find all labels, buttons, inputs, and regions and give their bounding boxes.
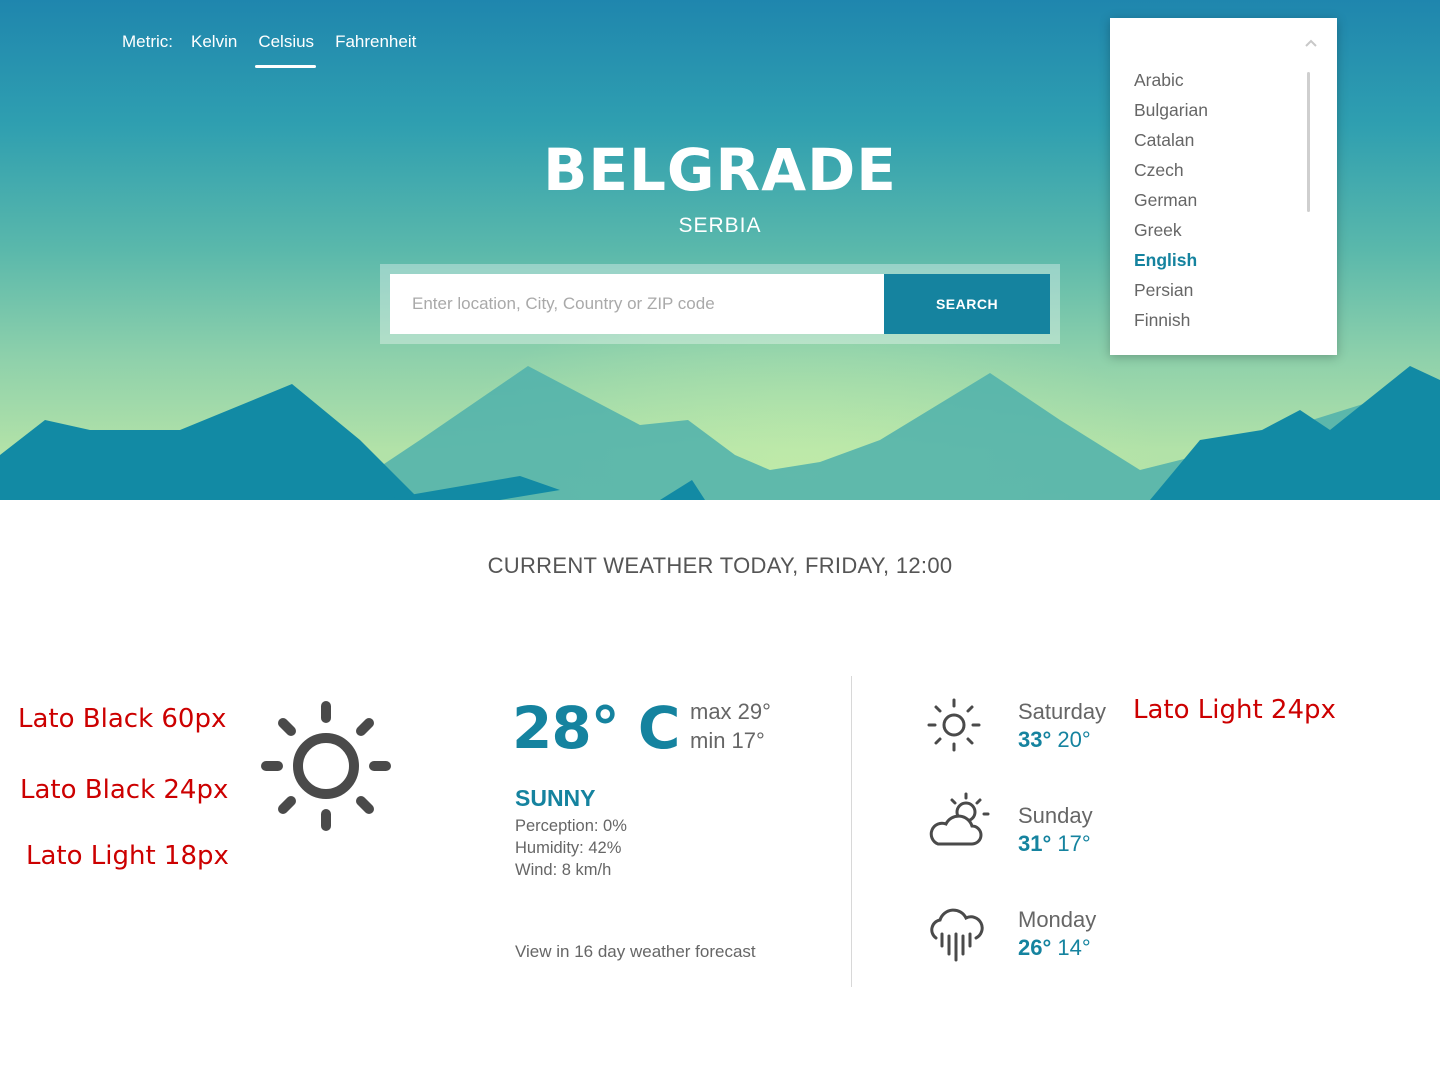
day-low: 17° — [1057, 831, 1091, 856]
humidity-value: Humidity: 42% — [515, 839, 622, 857]
language-scrollbar[interactable] — [1307, 72, 1310, 212]
day-name: Saturday — [1018, 699, 1107, 724]
language-option-selected[interactable]: English — [1134, 250, 1208, 280]
day-low: 20° — [1057, 727, 1091, 752]
day-high: 33° — [1018, 727, 1052, 752]
day-high: 31° — [1018, 831, 1052, 856]
day-low: 14° — [1057, 935, 1091, 960]
forecast-day-monday: Monday 26° 14° — [1018, 907, 1096, 961]
temperature-range: max 29° min 17° — [690, 697, 771, 755]
language-option[interactable]: Bulgarian — [1134, 100, 1208, 130]
language-option[interactable]: Catalan — [1134, 130, 1208, 160]
language-list: Arabic Bulgarian Catalan Czech German Gr… — [1134, 70, 1208, 340]
perception-value: Perception: 0% — [515, 817, 627, 835]
max-temperature: max 29° — [690, 699, 771, 724]
divider — [851, 676, 852, 987]
day-temps: 31° 17° — [1018, 831, 1093, 857]
metric-option-kelvin[interactable]: Kelvin — [191, 32, 237, 52]
language-dropdown[interactable]: Arabic Bulgarian Catalan Czech German Gr… — [1110, 18, 1337, 355]
sun-icon — [927, 698, 981, 752]
search-button[interactable]: SEARCH — [884, 274, 1050, 334]
day-temps: 33° 20° — [1018, 727, 1106, 753]
weather-details: Perception: 0% Humidity: 42% Wind: 8 km/… — [515, 815, 627, 881]
annotation-lato-light-24: Lato Light 24px — [1133, 695, 1336, 725]
language-option[interactable]: German — [1134, 190, 1208, 220]
language-option[interactable]: Arabic — [1134, 70, 1208, 100]
annotation-lato-light-18: Lato Light 18px — [26, 841, 229, 871]
metric-option-fahrenheit[interactable]: Fahrenheit — [335, 32, 416, 52]
metric-label: Metric: — [122, 32, 173, 51]
annotation-lato-black-24: Lato Black 24px — [20, 775, 229, 805]
forecast-day-sunday: Sunday 31° 17° — [1018, 803, 1093, 857]
day-name: Monday — [1018, 907, 1097, 932]
day-name: Sunday — [1018, 803, 1093, 828]
wind-value: Wind: 8 km/h — [515, 861, 612, 879]
metric-option-celsius[interactable]: Celsius — [255, 32, 316, 68]
annotation-lato-black-60: Lato Black 60px — [18, 704, 227, 734]
chevron-up-icon[interactable] — [1304, 38, 1318, 48]
language-option[interactable]: Greek — [1134, 220, 1208, 250]
forecast-link[interactable]: View in 16 day weather forecast — [515, 942, 756, 962]
language-option[interactable]: Persian — [1134, 280, 1208, 310]
day-high: 26° — [1018, 935, 1052, 960]
partly-cloudy-icon — [929, 792, 990, 846]
metric-selector: Metric: Kelvin Celsius Fahrenheit — [122, 32, 437, 68]
current-weather-title: CURRENT WEATHER TODAY, FRIDAY, 12:00 — [487, 553, 953, 578]
min-temperature: min 17° — [690, 728, 765, 753]
current-temperature: 28° C — [512, 694, 680, 762]
day-temps: 26° 14° — [1018, 935, 1096, 961]
forecast-day-saturday: Saturday 33° 20° — [1018, 699, 1106, 753]
language-option[interactable]: Finnish — [1134, 310, 1208, 340]
sun-icon — [261, 701, 391, 831]
weather-condition: SUNNY — [515, 785, 596, 811]
rain-icon — [930, 908, 984, 962]
language-option[interactable]: Czech — [1134, 160, 1208, 190]
search-input[interactable] — [390, 274, 884, 334]
